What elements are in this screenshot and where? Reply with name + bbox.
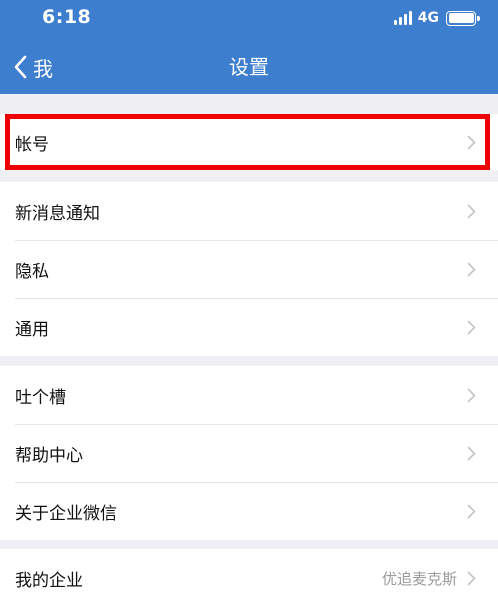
settings-item-label: 通用	[15, 319, 49, 340]
settings-section-general: 新消息通知 隐私 通用	[0, 182, 498, 356]
battery-icon	[446, 10, 480, 26]
nav-bar: 我 设置	[0, 40, 498, 94]
chevron-right-icon	[467, 320, 476, 334]
chevron-right-icon	[467, 571, 476, 585]
chevron-right-icon	[467, 262, 476, 276]
status-bar: 6:18 4G	[0, 0, 498, 36]
settings-item-label: 关于企业微信	[15, 503, 117, 524]
status-icons: 4G	[393, 9, 480, 27]
settings-item-label: 隐私	[15, 261, 49, 282]
page-title: 设置	[229, 55, 269, 79]
settings-section-support: 吐个槽 帮助中心 关于企业微信	[0, 366, 498, 540]
network-label: 4G	[417, 10, 439, 26]
settings-item-account[interactable]: 帐号	[0, 114, 498, 170]
status-time: 6:18	[42, 6, 92, 28]
settings-item-label: 吐个槽	[15, 387, 66, 408]
chevron-right-icon	[467, 135, 476, 149]
chevron-right-icon	[467, 504, 476, 518]
settings-section-enterprise: 我的企业 优追麦克斯	[0, 549, 498, 607]
settings-item-label: 新消息通知	[15, 203, 100, 224]
chevron-right-icon	[467, 446, 476, 460]
settings-item-label: 帐号	[15, 134, 49, 155]
settings-item-label: 帮助中心	[15, 445, 83, 466]
settings-item-value: 优追麦克斯	[381, 569, 457, 588]
settings-item-my-enterprise[interactable]: 我的企业 优追麦克斯	[0, 549, 498, 607]
app-header: 6:18 4G 我 设置	[0, 0, 498, 94]
settings-item-privacy[interactable]: 隐私	[0, 240, 498, 298]
settings-item-general[interactable]: 通用	[0, 298, 498, 356]
settings-section-account: 帐号	[0, 114, 498, 170]
signal-icon	[393, 11, 412, 25]
settings-item-feedback[interactable]: 吐个槽	[0, 366, 498, 424]
settings-item-help-center[interactable]: 帮助中心	[0, 424, 498, 482]
chevron-right-icon	[467, 388, 476, 402]
settings-item-about[interactable]: 关于企业微信	[0, 482, 498, 540]
chevron-right-icon	[467, 204, 476, 218]
settings-item-notifications[interactable]: 新消息通知	[0, 182, 498, 240]
settings-item-label: 我的企业	[15, 570, 83, 591]
